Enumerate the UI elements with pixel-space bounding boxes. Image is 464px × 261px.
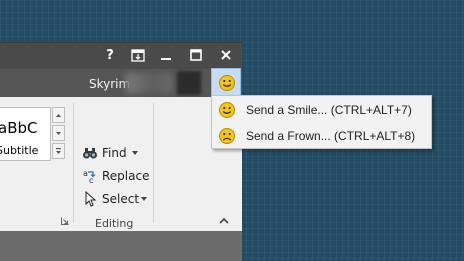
minimize-icon <box>161 58 171 60</box>
collapse-ribbon-icon[interactable] <box>219 217 229 225</box>
group-divider <box>153 103 154 223</box>
send-smile-menu-item[interactable]: Send a Smile... (CTRL+ALT+7) <box>212 97 431 123</box>
styles-more-button[interactable] <box>52 143 65 159</box>
more-icon <box>56 148 61 154</box>
maximize-button[interactable] <box>187 47 205 65</box>
dialog-launcher-icon[interactable] <box>61 217 69 225</box>
ribbon-display-options-button[interactable] <box>129 47 147 65</box>
style-subtitle-preview[interactable]: Subtitle <box>0 144 38 157</box>
feedback-menu: Send a Smile... (CTRL+ALT+7) Send a Frow… <box>211 95 432 149</box>
avatar[interactable] <box>177 71 201 95</box>
title-bar: ? <box>0 43 242 69</box>
styles-gallery[interactable]: aBbC Subtitle <box>0 107 51 161</box>
close-button[interactable] <box>217 47 235 65</box>
select-dropdown-icon[interactable] <box>141 197 148 201</box>
user-name-redacted <box>126 73 172 93</box>
binoculars-icon <box>83 148 97 159</box>
ribbon-display-icon <box>131 49 145 62</box>
replace-label: Replace <box>102 169 150 183</box>
send-smile-label: Send a Smile... (CTRL+ALT+7) <box>246 103 412 117</box>
styles-scroll-up-button[interactable] <box>52 107 65 123</box>
close-icon <box>221 50 231 60</box>
editing-group-label: Editing <box>95 217 134 230</box>
select-label: Select <box>102 192 140 206</box>
find-dropdown-icon[interactable] <box>131 151 138 155</box>
maximize-icon <box>190 49 202 61</box>
find-button[interactable]: Find <box>82 143 138 163</box>
chevron-up-icon <box>56 114 61 117</box>
smiley-icon <box>219 102 235 118</box>
svg-text:c: c <box>89 176 93 184</box>
frown-icon <box>219 128 235 144</box>
replace-button[interactable]: a c Replace <box>82 166 149 186</box>
send-frown-label: Send a Frown... (CTRL+ALT+8) <box>246 129 416 143</box>
styles-scroll-down-button[interactable] <box>52 125 65 141</box>
cursor-icon <box>85 191 97 207</box>
styles-gallery-scroll <box>52 107 65 159</box>
send-frown-menu-item[interactable]: Send a Frown... (CTRL+ALT+8) <box>212 123 431 149</box>
word-window: ? Skyrim aBbC Subtitle Find a c Replace … <box>0 42 242 261</box>
replace-icon: a c <box>83 169 96 184</box>
find-label: Find <box>102 146 127 160</box>
select-button[interactable]: Select <box>82 189 148 209</box>
document-area <box>0 231 242 261</box>
style-normal-preview[interactable]: aBbC <box>0 119 37 137</box>
group-divider <box>73 103 74 223</box>
help-button[interactable]: ? <box>101 47 119 65</box>
user-name[interactable]: Skyrim <box>89 77 130 91</box>
chevron-down-icon <box>56 132 61 135</box>
smiley-icon <box>219 75 235 91</box>
ribbon-tab-strip: Skyrim <box>0 69 242 97</box>
minimize-button[interactable] <box>157 47 175 65</box>
ribbon: aBbC Subtitle Find a c Replace Select Ed… <box>0 97 242 232</box>
send-feedback-button[interactable] <box>211 68 241 96</box>
svg-text:a: a <box>83 169 88 178</box>
